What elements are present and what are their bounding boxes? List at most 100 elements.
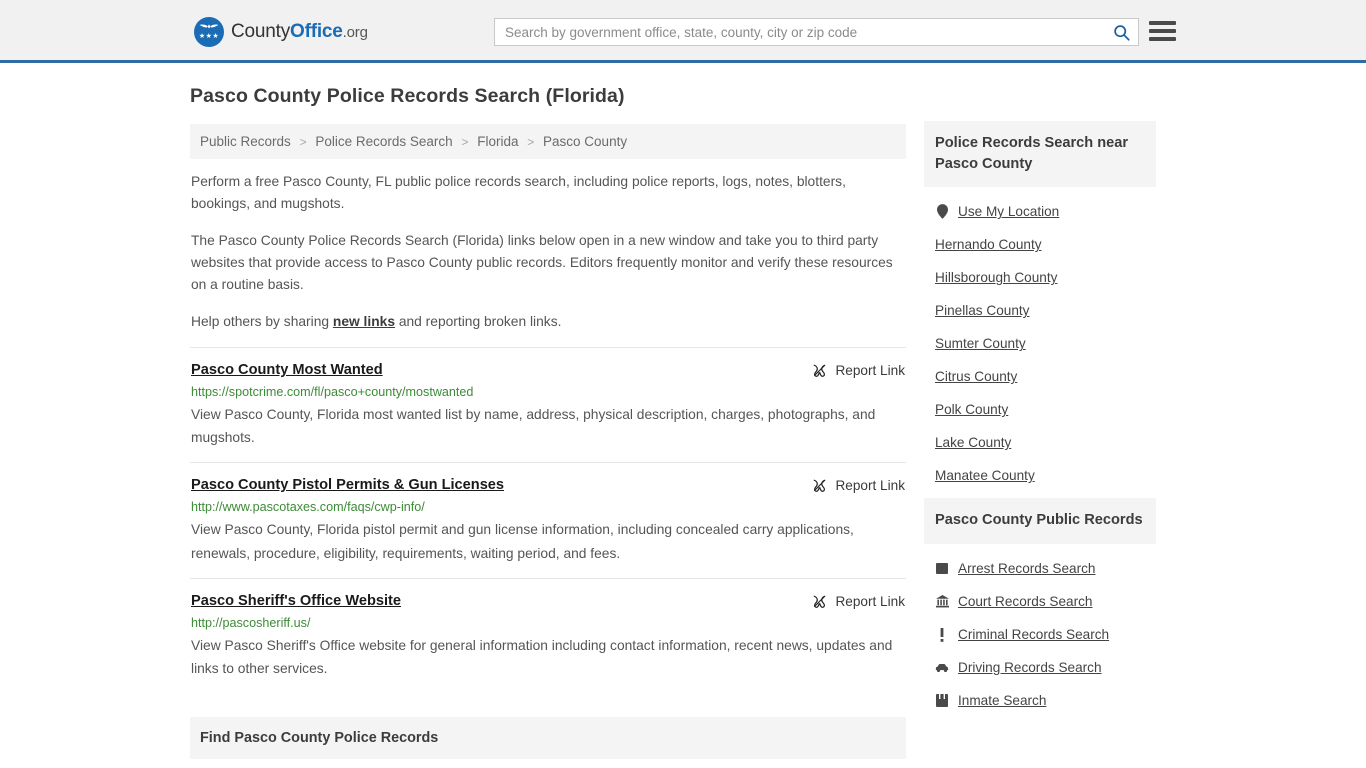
- report-link-button[interactable]: Report Link: [812, 477, 905, 493]
- intro-paragraph-2: The Pasco County Police Records Search (…: [191, 232, 893, 293]
- page-title: Pasco County Police Records Search (Flor…: [190, 85, 625, 107]
- county-link[interactable]: Manatee County: [935, 468, 1035, 483]
- sidebar-item-citrus-county[interactable]: Citrus County: [924, 360, 1156, 393]
- result-item: Pasco County Most Wanted Report Link htt…: [190, 347, 906, 462]
- report-link-label: Report Link: [835, 478, 905, 494]
- result-title-link[interactable]: Pasco Sheriff's Office Website: [191, 593, 401, 609]
- breadcrumb-separator: >: [299, 135, 307, 149]
- fingerprint-icon: [935, 561, 949, 576]
- result-header: Pasco County Most Wanted Report Link: [191, 362, 905, 378]
- report-link-label: Report Link: [835, 363, 905, 379]
- sidebar-item-court-records[interactable]: Court Records Search: [924, 585, 1156, 618]
- menu-bar: [1149, 29, 1176, 33]
- car-icon: [935, 660, 949, 675]
- hamburger-menu-icon[interactable]: [1149, 18, 1177, 44]
- intro-paragraph-3: Help others by sharing new links and rep…: [190, 311, 906, 333]
- intro-text: Perform a free Pasco County, FL public p…: [190, 171, 906, 333]
- public-records-title: Pasco County Public Records: [924, 498, 1156, 545]
- sidebar-item-lake-county[interactable]: Lake County: [924, 426, 1156, 459]
- search-button[interactable]: [1104, 19, 1138, 45]
- search-input[interactable]: [495, 19, 1104, 45]
- result-item: Pasco Sheriff's Office Website Report Li…: [190, 577, 906, 693]
- broken-link-icon: [814, 595, 826, 608]
- sidebar-item-use-my-location[interactable]: Use My Location: [924, 195, 1156, 228]
- breadcrumb-item-florida[interactable]: Florida: [477, 134, 518, 149]
- result-url[interactable]: https://spotcrime.com/fl/pasco+county/mo…: [191, 385, 905, 399]
- sidebar-item-manatee-county[interactable]: Manatee County: [924, 459, 1156, 492]
- breadcrumb-separator: >: [527, 135, 535, 149]
- county-link[interactable]: Pinellas County: [935, 303, 1029, 318]
- public-record-link[interactable]: Criminal Records Search: [958, 627, 1109, 642]
- breadcrumb-separator: >: [461, 135, 469, 149]
- breadcrumb-item-public-records[interactable]: Public Records: [200, 134, 291, 149]
- logo-text-org: .org: [342, 24, 368, 41]
- result-title-link[interactable]: Pasco County Most Wanted: [191, 362, 383, 378]
- nearby-records-list: Use My Location Hernando County Hillsbor…: [924, 187, 1156, 492]
- stars-icon: ★★★: [198, 33, 220, 40]
- intro-paragraph-1: Perform a free Pasco County, FL public p…: [191, 174, 846, 212]
- county-link[interactable]: Hernando County: [935, 237, 1042, 252]
- county-link[interactable]: Lake County: [935, 435, 1011, 450]
- sidebar-item-polk-county[interactable]: Polk County: [924, 393, 1156, 426]
- result-url[interactable]: http://www.pascotaxes.com/faqs/cwp-info/: [191, 500, 905, 514]
- public-record-link[interactable]: Driving Records Search: [958, 660, 1102, 675]
- public-record-link[interactable]: Inmate Search: [958, 693, 1046, 708]
- breadcrumb-item-pasco-county[interactable]: Pasco County: [543, 134, 627, 149]
- report-link-button[interactable]: Report Link: [812, 362, 905, 378]
- sidebar-item-hernando-county[interactable]: Hernando County: [924, 228, 1156, 261]
- search-icon: [1113, 24, 1130, 41]
- public-records-box: Pasco County Public Records Arrest Recor…: [924, 498, 1156, 717]
- broken-link-icon: [814, 480, 826, 493]
- nearby-records-title: Police Records Search near Pasco County: [924, 121, 1156, 188]
- public-record-link[interactable]: Court Records Search: [958, 594, 1092, 609]
- share-text-after: and reporting broken links.: [395, 313, 562, 329]
- search-bar: [494, 18, 1139, 46]
- page-body: Pasco County Police Records Search (Flor…: [0, 63, 1366, 768]
- jail-icon: [935, 693, 949, 708]
- broken-link-icon: [814, 364, 826, 377]
- result-title-link[interactable]: Pasco County Pistol Permits & Gun Licens…: [191, 477, 504, 493]
- report-link-button[interactable]: Report Link: [812, 593, 905, 609]
- sidebar-item-inmate-search[interactable]: Inmate Search: [924, 684, 1156, 717]
- sidebar-item-arrest-records[interactable]: Arrest Records Search: [924, 552, 1156, 585]
- result-header: Pasco County Pistol Permits & Gun Licens…: [191, 477, 905, 493]
- breadcrumb-item-police-records-search[interactable]: Police Records Search: [315, 134, 452, 149]
- new-links-link[interactable]: new links: [333, 314, 395, 329]
- logo-text-county: County: [231, 21, 291, 42]
- sidebar-item-sumter-county[interactable]: Sumter County: [924, 327, 1156, 360]
- menu-bar: [1149, 21, 1176, 25]
- map-pin-icon: [935, 204, 949, 220]
- result-description: View Pasco Sheriff's Office website for …: [191, 637, 893, 676]
- result-description: View Pasco County, Florida most wanted l…: [191, 407, 876, 446]
- logo-text-office: Office: [290, 21, 343, 42]
- exclamation-icon: [935, 627, 949, 642]
- logo-wordmark: CountyOffice.org: [231, 21, 368, 43]
- public-record-link[interactable]: Arrest Records Search: [958, 561, 1096, 576]
- sidebar: Police Records Search near Pasco County …: [924, 85, 1156, 723]
- sidebar-item-pinellas-county[interactable]: Pinellas County: [924, 294, 1156, 327]
- report-link-label: Report Link: [835, 593, 905, 609]
- breadcrumb: Public Records > Police Records Search >…: [190, 124, 906, 159]
- main-column: Pasco County Police Records Search (Flor…: [190, 85, 906, 768]
- site-header: ★★★ CountyOffice.org: [0, 0, 1366, 63]
- county-link[interactable]: Sumter County: [935, 336, 1026, 351]
- site-logo[interactable]: ★★★ CountyOffice.org: [194, 17, 368, 47]
- sidebar-item-criminal-records[interactable]: Criminal Records Search: [924, 618, 1156, 651]
- sidebar-item-driving-records[interactable]: Driving Records Search: [924, 651, 1156, 684]
- county-link[interactable]: Hillsborough County: [935, 270, 1057, 285]
- result-item: Pasco County Pistol Permits & Gun Licens…: [190, 462, 906, 577]
- result-url[interactable]: http://pascosheriff.us/: [191, 616, 905, 630]
- sidebar-item-hillsborough-county[interactable]: Hillsborough County: [924, 261, 1156, 294]
- nearby-records-box: Police Records Search near Pasco County …: [924, 121, 1156, 492]
- courthouse-icon: [935, 594, 949, 609]
- public-records-list: Arrest Records Search Court Records Sear…: [924, 544, 1156, 717]
- use-my-location-link[interactable]: Use My Location: [958, 204, 1059, 219]
- county-link[interactable]: Citrus County: [935, 369, 1017, 384]
- share-text-before: Help others by sharing: [191, 313, 333, 329]
- eagle-icon: [199, 24, 219, 29]
- find-records-heading: Find Pasco County Police Records: [190, 717, 906, 760]
- eagle-seal-logo-icon: ★★★: [194, 17, 224, 47]
- county-link[interactable]: Polk County: [935, 402, 1008, 417]
- result-description: View Pasco County, Florida pistol permit…: [191, 522, 854, 561]
- result-header: Pasco Sheriff's Office Website Report Li…: [191, 593, 905, 609]
